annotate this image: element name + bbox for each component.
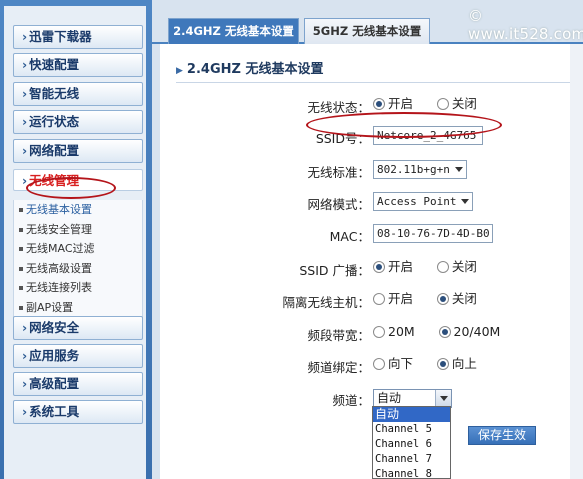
sidebar-item-label: 智能无线 (29, 86, 80, 101)
sidebar-item-system-tools[interactable]: › 系统工具 (13, 400, 143, 424)
bandwidth-20m-radio[interactable]: 20M (373, 323, 415, 341)
sidebar-item-label: 应用服务 (29, 348, 80, 363)
sidebar-item-label: 快速配置 (29, 57, 80, 72)
chevron-down-icon (461, 199, 470, 204)
sidebar-item-label: 网络安全 (29, 320, 80, 335)
mode-value: Access Point (377, 195, 457, 208)
row-channel-bind: 频道绑定： 向下 向上 (160, 353, 583, 377)
wireless-status-on-radio[interactable]: 开启 (373, 95, 413, 113)
row-ssid-broadcast: SSID 广播： 开启 关闭 (160, 256, 583, 280)
channel-option[interactable]: 自动 (373, 407, 450, 422)
section-title-text: 2.4GHZ 无线基本设置 (186, 62, 324, 77)
mac-label: MAC： (329, 229, 370, 244)
row-mode: 网络模式： Access Point (160, 190, 583, 214)
bandwidth-label: 频段带宽： (307, 328, 370, 343)
ssid-broadcast-off-radio[interactable]: 关闭 (436, 258, 477, 276)
sidebar-item-network-config[interactable]: › 网络配置 (13, 139, 143, 163)
sidebar-item-network-security[interactable]: › 网络安全 (13, 316, 143, 340)
section-title: ▶ 2.4GHZ 无线基本设置 (176, 58, 323, 77)
isolate-label: 隔离无线主机： (282, 295, 370, 310)
wireless-status-off-radio[interactable]: 关闭 (436, 95, 477, 113)
annotation-ellipse-menu (26, 177, 116, 199)
standard-value: 802.11b+g+n (377, 163, 450, 176)
scrollbar[interactable] (570, 44, 583, 479)
submenu-item-connections[interactable]: 无线连接列表 (14, 278, 142, 298)
tab-5ghz[interactable]: 5GHZ 无线基本设置 (304, 18, 430, 44)
channel-value: 自动 (377, 391, 402, 405)
channel-bind-label: 频道绑定： (307, 360, 370, 375)
sidebar-item-label: 迅雷下载器 (29, 29, 92, 44)
chevron-down-icon (454, 167, 463, 172)
submenu-item-label: 副AP设置 (26, 300, 74, 314)
sidebar: › 迅雷下载器 › 快速配置 › 智能无线 › 运行状态 › 网络配置 › 无线管理 无线基… (0, 0, 152, 479)
submenu-item-basic[interactable]: 无线基本设置 (14, 200, 142, 220)
tab-24ghz[interactable]: 2.4GHZ 无线基本设置 (168, 18, 299, 44)
row-isolate: 隔离无线主机： 开启 关闭 (160, 288, 583, 312)
ssid-broadcast-on-radio[interactable]: 开启 (373, 258, 413, 276)
sidebar-item-label: 运行状态 (29, 114, 80, 129)
sidebar-item-status[interactable]: › 运行状态 (13, 110, 143, 134)
submenu-item-mac-filter[interactable]: 无线MAC过滤 (14, 239, 142, 259)
standard-label: 无线标准： (307, 165, 370, 180)
ssid-broadcast-label: SSID 广播： (299, 263, 370, 278)
channel-bind-down-radio[interactable]: 向下 (373, 355, 413, 373)
submenu-item-advanced[interactable]: 无线高级设置 (14, 259, 142, 279)
sidebar-item-advanced-config[interactable]: › 高级配置 (13, 372, 143, 396)
row-mac: MAC： 08-10-76-7D-4D-B0 (160, 222, 583, 246)
submenu-item-secondary-ap[interactable]: 副AP设置 (14, 298, 142, 318)
isolate-off-radio[interactable]: 关闭 (436, 290, 477, 308)
channel-option[interactable]: Channel 8 (373, 467, 450, 478)
channel-option[interactable]: Channel 7 (373, 452, 450, 467)
sidebar-item-smart-wireless[interactable]: › 智能无线 (13, 82, 143, 106)
triangle-icon: ▶ (176, 66, 183, 76)
submenu-item-security[interactable]: 无线安全管理 (14, 220, 142, 240)
submenu-item-label: 无线安全管理 (26, 222, 92, 236)
sidebar-item-label: 高级配置 (29, 376, 80, 391)
submenu-item-label: 无线基本设置 (26, 203, 92, 216)
wireless-submenu: 无线基本设置 无线安全管理 无线MAC过滤 无线高级设置 无线连接列表 副AP设… (13, 200, 143, 319)
watermark: © www.it528.com (468, 7, 583, 43)
channel-option[interactable]: Channel 5 (373, 422, 450, 437)
isolate-on-radio[interactable]: 开启 (373, 290, 413, 308)
mac-input[interactable]: 08-10-76-7D-4D-B0 (373, 224, 493, 243)
channel-dropdown-list: 自动 Channel 5 Channel 6 Channel 7 Channel… (372, 406, 451, 479)
sidebar-panel: › 迅雷下载器 › 快速配置 › 智能无线 › 运行状态 › 网络配置 › 无线管理 无线基… (4, 6, 146, 479)
submenu-item-label: 无线连接列表 (26, 281, 92, 295)
sidebar-item-label: 系统工具 (29, 404, 80, 419)
annotation-ellipse-ssid (306, 112, 502, 138)
channel-option[interactable]: Channel 6 (373, 437, 450, 452)
bandwidth-2040m-radio[interactable]: 20/40M (438, 323, 500, 341)
save-button[interactable]: 保存生效 (468, 426, 536, 445)
submenu-item-label: 无线高级设置 (26, 261, 92, 275)
sidebar-item-quick-config[interactable]: › 快速配置 (13, 53, 143, 77)
sidebar-item-thunder[interactable]: › 迅雷下载器 (13, 25, 143, 49)
row-bandwidth: 频段带宽： 20M 20/40M (160, 321, 583, 345)
mode-select[interactable]: Access Point (373, 192, 474, 211)
submenu-item-label: 无线MAC过滤 (26, 242, 95, 256)
mode-label: 网络模式： (307, 197, 370, 212)
channel-label: 频道： (332, 393, 370, 408)
sidebar-item-app-services[interactable]: › 应用服务 (13, 344, 143, 368)
chevron-down-icon[interactable] (435, 390, 451, 407)
divider (176, 82, 576, 83)
sidebar-item-label: 网络配置 (29, 143, 80, 158)
channel-bind-up-radio[interactable]: 向上 (436, 355, 477, 373)
row-standard: 无线标准： 802.11b+g+n (160, 158, 583, 182)
standard-select[interactable]: 802.11b+g+n (373, 160, 467, 179)
